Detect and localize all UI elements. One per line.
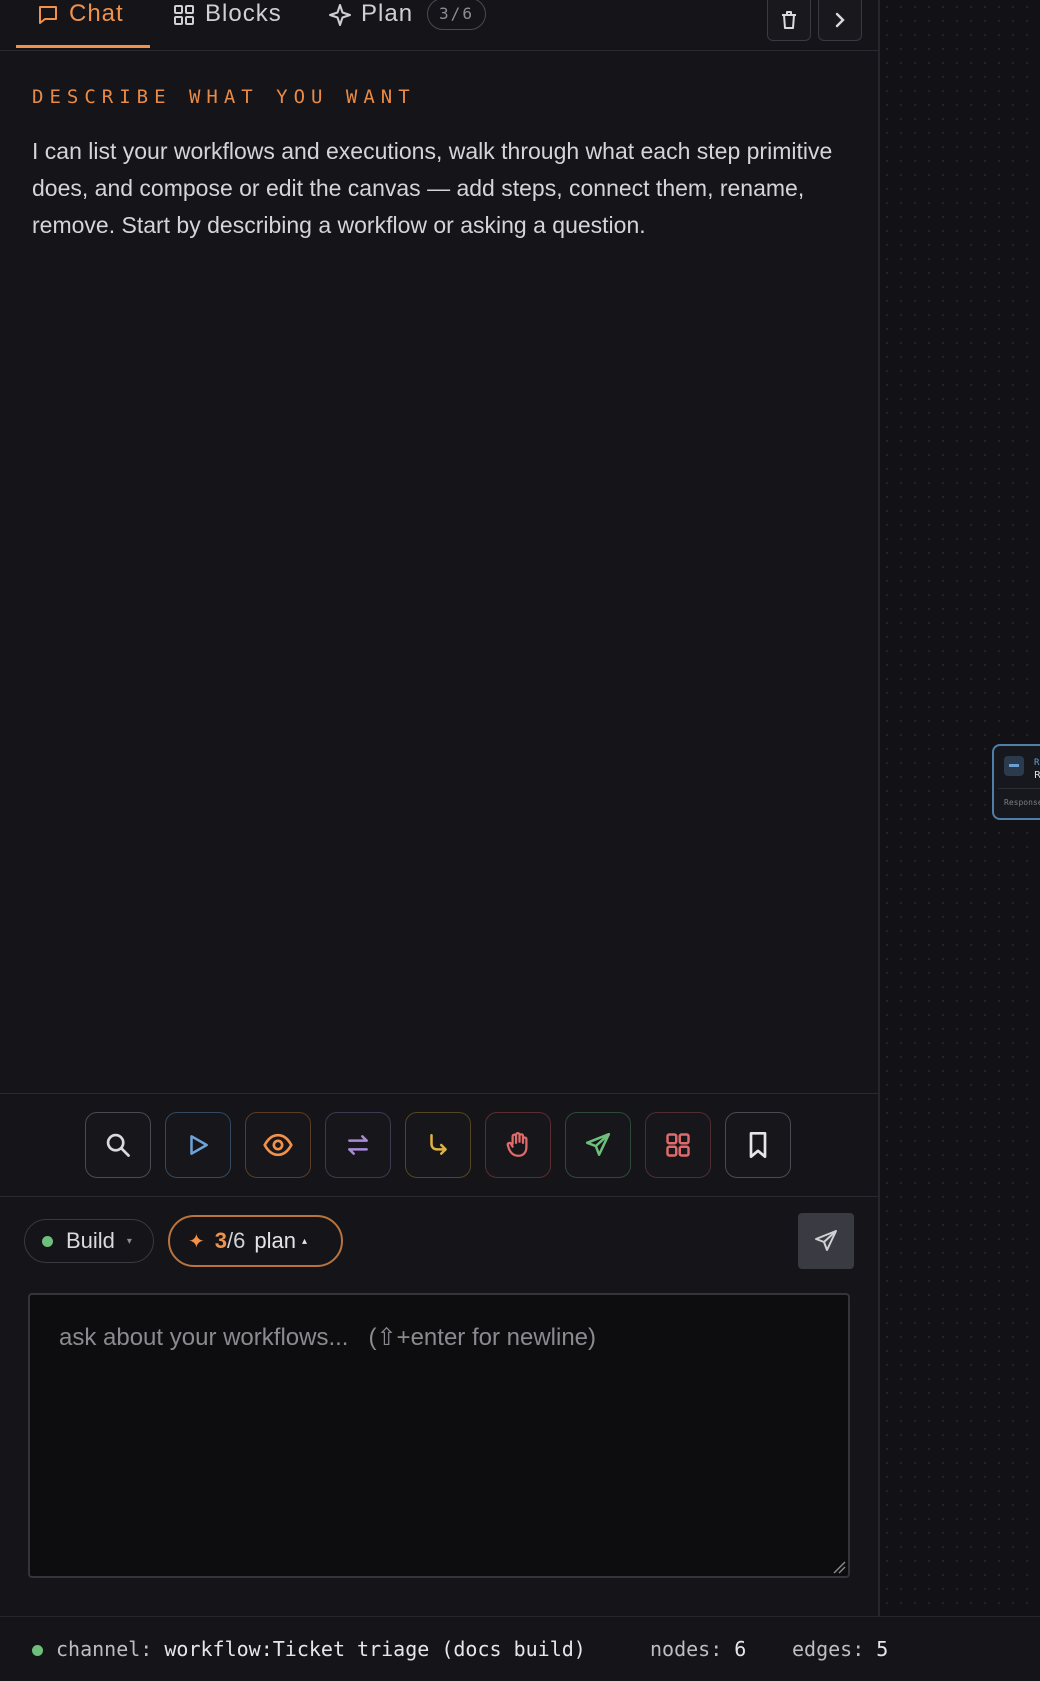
mode-label: Build — [66, 1228, 115, 1253]
assistant-intro-message: I can list your workflows and executions… — [32, 138, 833, 238]
send-icon — [815, 1230, 837, 1251]
mode-selector[interactable]: Build ▾ — [24, 1219, 154, 1263]
plan-progress-button[interactable]: ✦ 3 /6 plan ▴ — [168, 1215, 343, 1267]
search-icon — [106, 1133, 130, 1157]
channel-value: workflow:Ticket triage (docs build) — [164, 1637, 586, 1661]
branch-tool-button[interactable] — [405, 1112, 471, 1178]
plan-total-count: /6 — [227, 1228, 246, 1253]
nodes-label: nodes: — [650, 1637, 723, 1661]
tab-bar: Chat Blocks Plan 3/6 — [0, 0, 878, 51]
tab-blocks-label: Blocks — [205, 0, 282, 27]
play-icon — [190, 1135, 208, 1155]
sparkle-icon: ✦ — [188, 1230, 205, 1253]
notify-tool-button[interactable] — [565, 1112, 631, 1178]
message-composer — [28, 1293, 850, 1578]
node-type-icon — [1004, 756, 1024, 776]
sparkle-icon — [329, 4, 351, 26]
plan-done-count: 3 — [214, 1228, 228, 1253]
bookmark-icon — [749, 1131, 767, 1159]
swap-icon — [348, 1135, 368, 1155]
node-count: nodes: 6 — [650, 1637, 746, 1661]
search-tool-button[interactable] — [85, 1112, 151, 1178]
grid-icon — [666, 1133, 690, 1157]
quick-action-toolbar — [0, 1093, 878, 1197]
caret-up-icon: ▴ — [301, 1235, 307, 1247]
layout-tool-button[interactable] — [645, 1112, 711, 1178]
status-bar: channel: workflow:Ticket triage (docs bu… — [0, 1616, 1040, 1681]
caret-down-icon: ▾ — [126, 1235, 132, 1247]
send-icon — [585, 1132, 611, 1156]
plan-progress-badge: 3/6 — [427, 0, 486, 30]
preview-tool-button[interactable] — [245, 1112, 311, 1178]
transform-tool-button[interactable] — [325, 1112, 391, 1178]
send-button[interactable] — [798, 1213, 854, 1269]
node-divider — [998, 788, 1040, 789]
message-input[interactable] — [30, 1295, 848, 1576]
tab-chat[interactable]: Chat — [36, 0, 124, 48]
trash-icon — [782, 11, 796, 29]
assistant-panel: Chat Blocks Plan 3/6 DESCRIBE WHAT YOU W… — [0, 0, 880, 1616]
tab-plan-label: Plan — [361, 0, 414, 27]
tab-blocks[interactable]: Blocks — [172, 0, 282, 48]
workflow-node[interactable]: RE R Response — [992, 744, 1040, 820]
hand-icon — [506, 1132, 528, 1157]
edges-value: 5 — [876, 1637, 889, 1661]
channel-label: channel: — [56, 1637, 153, 1661]
tab-chat-label: Chat — [69, 0, 124, 27]
save-tool-button[interactable] — [725, 1112, 791, 1178]
chevron-right-icon — [835, 12, 845, 28]
tab-plan[interactable]: Plan 3/6 — [328, 0, 486, 48]
channel-status: channel: workflow:Ticket triage (docs bu… — [56, 1637, 586, 1661]
branch-icon — [430, 1134, 447, 1155]
clear-chat-button[interactable] — [767, 0, 811, 41]
section-heading: DESCRIBE WHAT YOU WANT — [32, 86, 416, 108]
blocks-icon — [174, 5, 194, 25]
collapse-panel-button[interactable] — [818, 0, 862, 41]
resize-handle-icon[interactable] — [832, 1560, 846, 1574]
connection-status-dot — [32, 1645, 43, 1656]
node-footer: Response — [1004, 798, 1040, 807]
approval-tool-button[interactable] — [485, 1112, 551, 1178]
nodes-value: 6 — [734, 1637, 747, 1661]
plan-label: plan — [254, 1228, 296, 1253]
run-tool-button[interactable] — [165, 1112, 231, 1178]
active-tab-indicator — [16, 45, 150, 48]
node-type-label: RE — [1034, 758, 1040, 768]
edges-label: edges: — [792, 1637, 865, 1661]
eye-icon — [263, 1133, 293, 1157]
node-title: R — [1034, 770, 1040, 781]
chat-icon — [39, 6, 57, 24]
edge-count: edges: 5 — [792, 1637, 888, 1661]
mode-status-dot — [42, 1235, 53, 1247]
